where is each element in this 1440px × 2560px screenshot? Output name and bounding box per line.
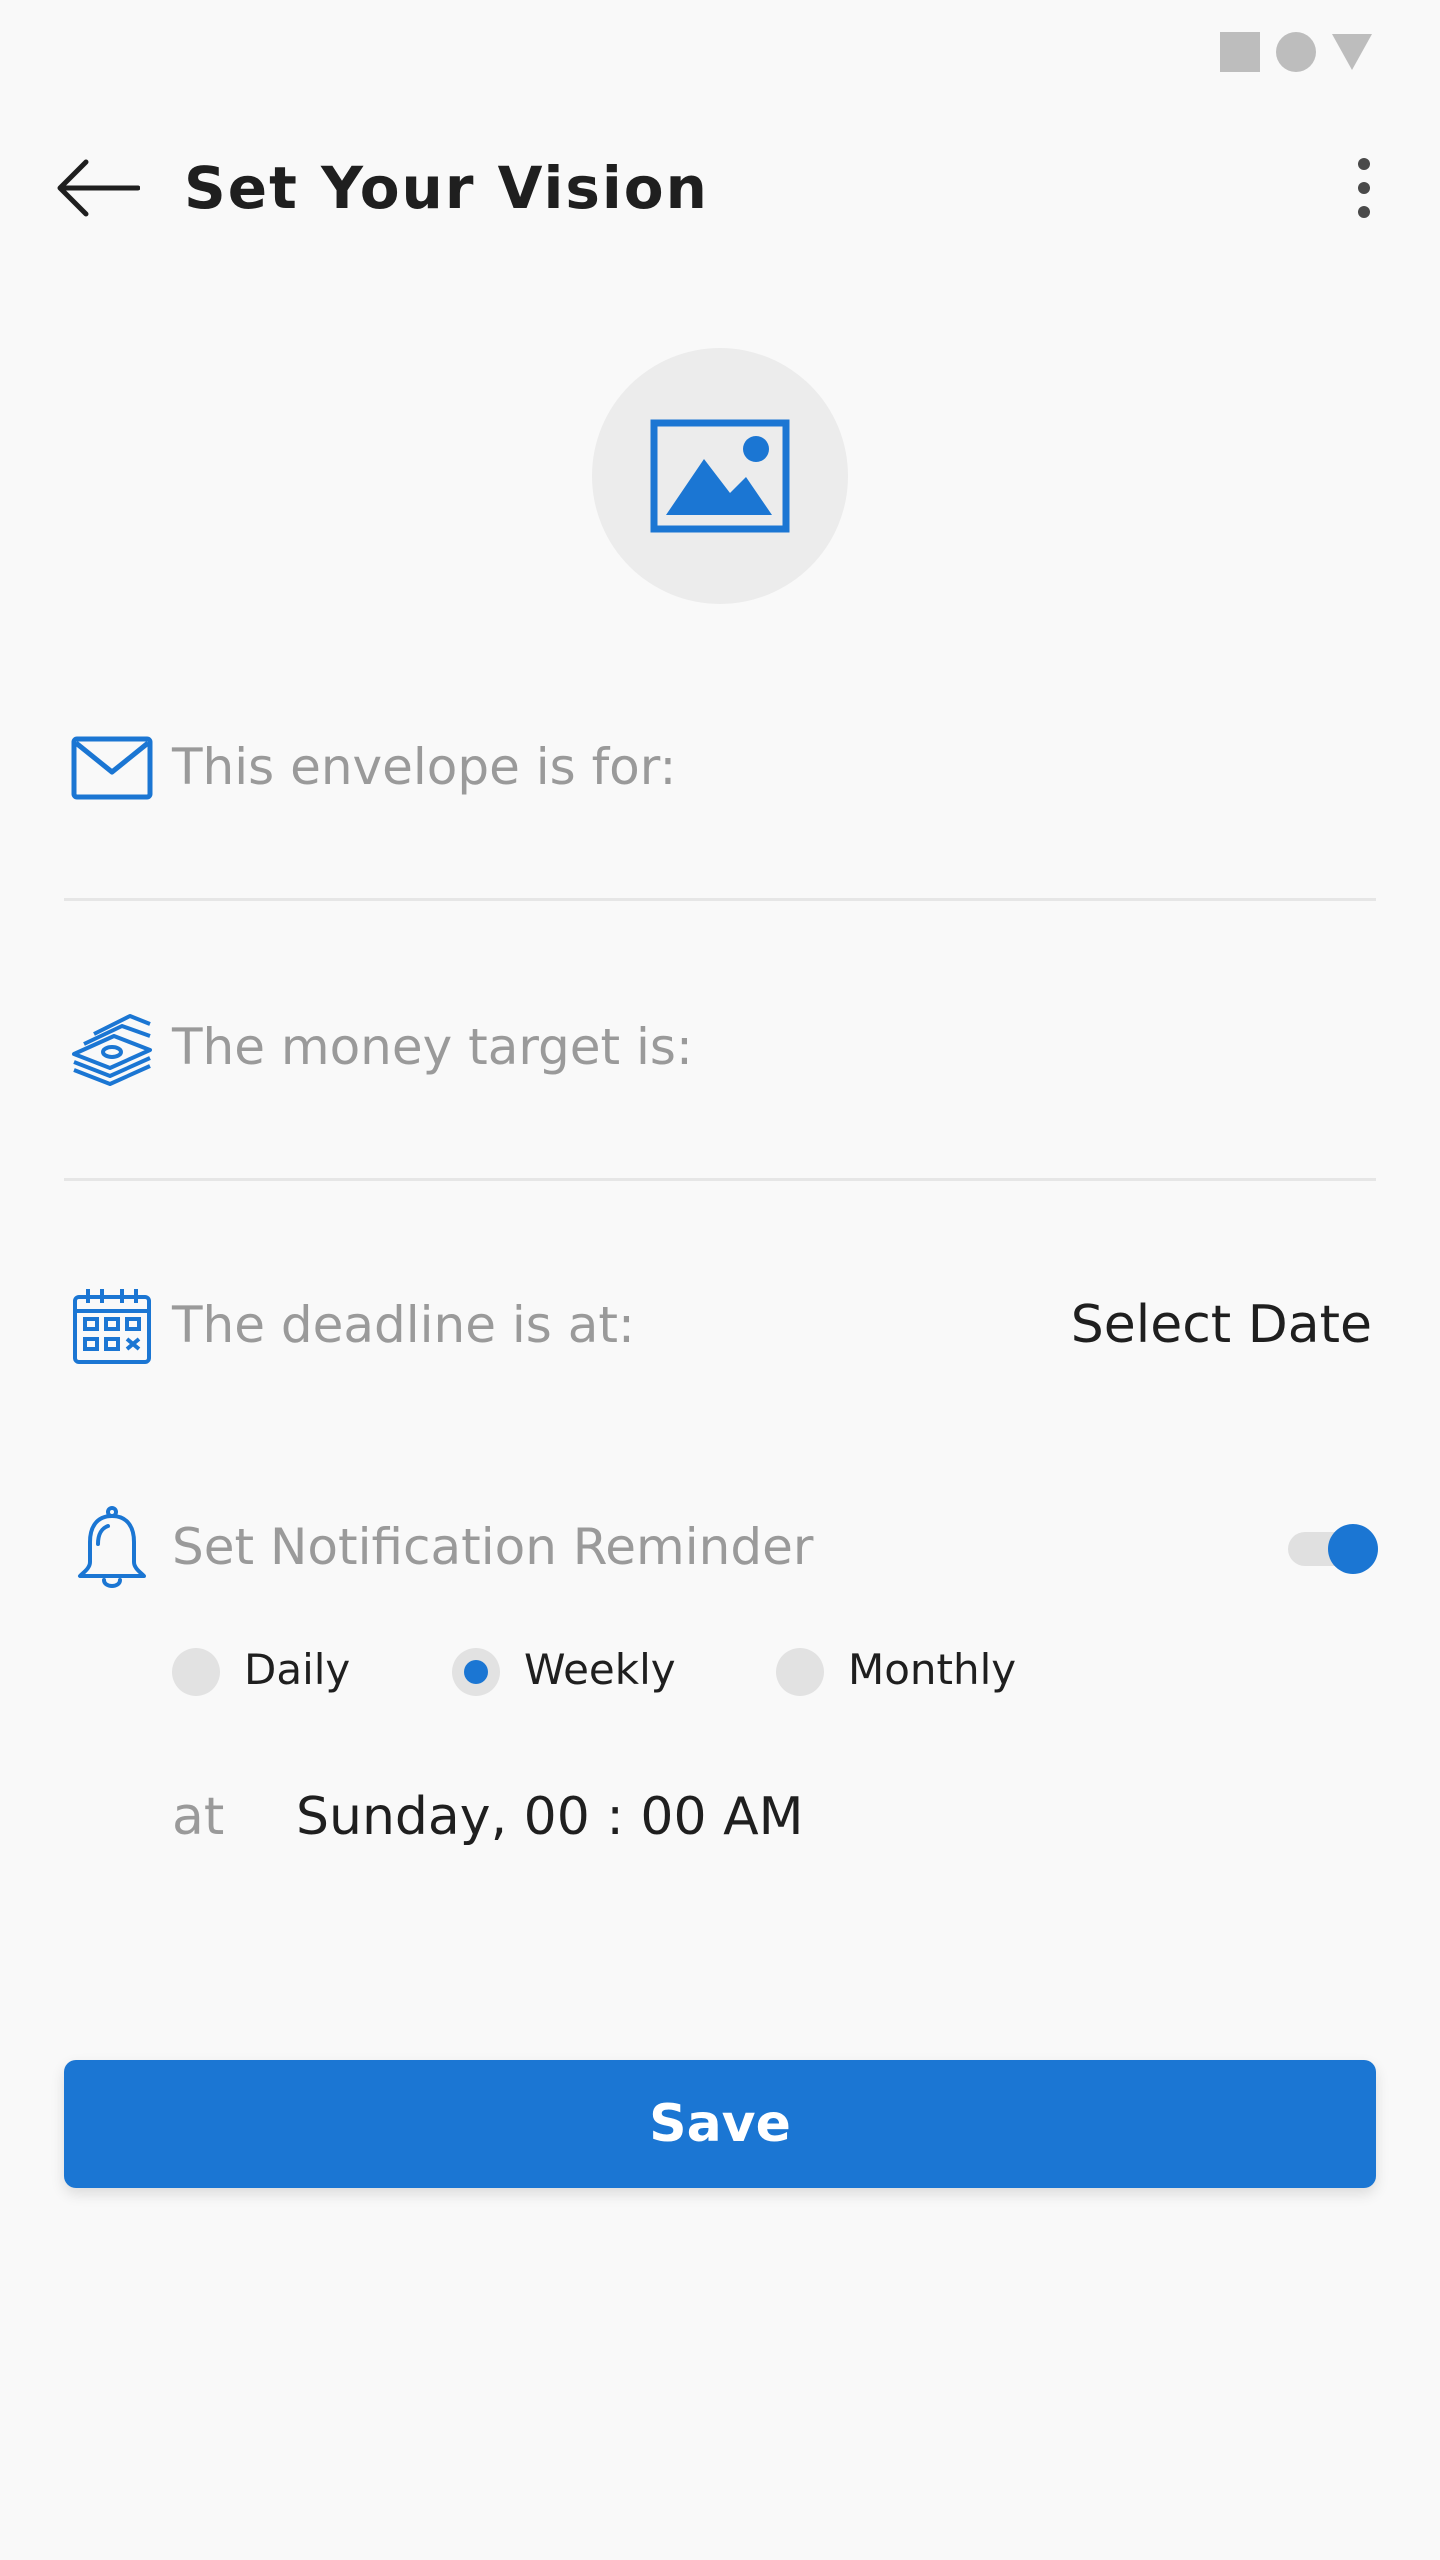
toggle-knob [1328,1524,1378,1574]
envelope-icon [66,722,158,814]
radio-monthly-label: Monthly [848,1645,1017,1694]
radio-weekly-label: Weekly [524,1645,676,1694]
at-label: at [172,1787,225,1847]
more-vert-icon [1358,158,1370,170]
divider [64,898,1376,901]
money-target-input[interactable]: The money target is: [172,1012,693,1082]
bell-icon [66,1502,158,1594]
vision-image-picker[interactable] [592,348,848,604]
status-circle-icon [1276,32,1316,72]
divider [64,1178,1376,1181]
reminder-toggle[interactable] [1286,1524,1378,1574]
radio-daily[interactable] [172,1648,220,1696]
select-date-button[interactable]: Select Date [1071,1290,1372,1360]
status-square-icon [1220,32,1260,72]
image-icon [650,419,790,533]
page-title: Set Your Vision [184,154,709,222]
more-vert-dot [1358,182,1370,194]
reminder-label: Set Notification Reminder [172,1518,814,1576]
save-button[interactable]: Save [64,2060,1376,2188]
arrow-left-icon [57,159,140,217]
envelope-purpose-input[interactable]: This envelope is for: [172,732,676,802]
schedule-time-picker[interactable]: Sunday, 00 : 00 AM [296,1782,804,1852]
radio-monthly[interactable] [776,1648,824,1696]
more-vert-dot [1358,206,1370,218]
deadline-label: The deadline is at: [172,1296,635,1354]
status-triangle-icon [1332,34,1372,70]
calendar-icon [66,1280,158,1372]
back-button[interactable] [56,146,152,230]
more-options-button[interactable] [1334,150,1394,226]
radio-daily-label: Daily [244,1645,351,1694]
radio-weekly[interactable] [452,1648,500,1696]
money-stack-icon [66,1002,158,1094]
